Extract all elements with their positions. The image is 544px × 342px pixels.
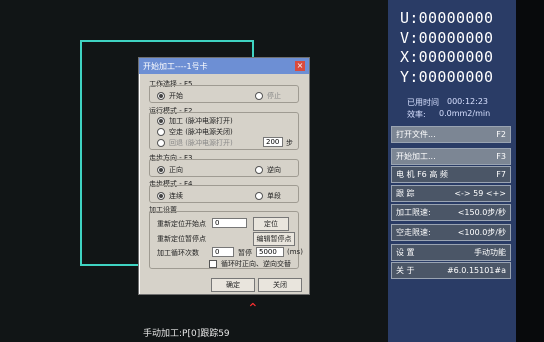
radio-icon xyxy=(157,139,165,147)
menu-about[interactable]: 关 于 #6.0.15101#a xyxy=(391,262,511,279)
redef-pause-label: 重新定位暂停点 xyxy=(157,235,206,243)
locate-button[interactable]: 定位 xyxy=(253,217,289,231)
radio-checked-icon xyxy=(157,192,165,200)
loop-count-input[interactable]: 0 xyxy=(212,247,234,257)
run-mode-retreat-radio[interactable]: 回退 (脉冲电源打开) xyxy=(157,138,233,148)
efficiency-label: 效率: xyxy=(407,110,426,119)
checkbox-icon xyxy=(209,260,217,268)
status-line: 手动加工:P[0]跟踪59 xyxy=(143,329,230,339)
coord-v: V:00000000 xyxy=(400,29,494,47)
close-button[interactable]: 关闭 xyxy=(258,278,302,292)
mode-single-radio[interactable]: 单段 xyxy=(255,191,281,201)
radio-icon xyxy=(157,128,165,136)
redef-start-label: 重新定位开始点 xyxy=(157,220,206,228)
radio-checked-icon xyxy=(157,117,165,125)
coord-u: U:00000000 xyxy=(400,9,494,27)
redef-start-input[interactable]: 0 xyxy=(212,218,247,228)
step-unit: 步 xyxy=(286,139,293,147)
direction-forward-radio[interactable]: 正向 xyxy=(157,165,183,175)
dialog-titlebar: 开始加工----1号卡 × xyxy=(139,58,309,74)
cursor-marker-icon: ⌃ xyxy=(247,301,259,317)
pause-label: 暂停 xyxy=(238,249,252,257)
work-stop-radio[interactable]: 停止 xyxy=(255,91,281,101)
start-processing-dialog: 开始加工----1号卡 × 工作选择 - F5 开始 停止 运行模式 - F2 … xyxy=(138,57,310,295)
radio-icon xyxy=(255,166,263,174)
pause-input[interactable]: 5000 xyxy=(256,247,284,257)
elapsed-label: 已用时间 xyxy=(407,98,439,107)
run-mode-idle-radio[interactable]: 空走 (脉冲电源关闭) xyxy=(157,127,233,137)
loop-alternate-checkbox[interactable]: 循环时正向、逆向交替 xyxy=(209,259,291,269)
mode-continuous-radio[interactable]: 连续 xyxy=(157,191,183,201)
menu-idle-speed[interactable]: 空走限速: <100.0步/秒 xyxy=(391,224,511,241)
step-input[interactable]: 200 xyxy=(263,137,283,147)
coord-x: X:00000000 xyxy=(400,48,494,66)
radio-checked-icon xyxy=(157,166,165,174)
loop-count-label: 加工循环次数 xyxy=(157,249,199,257)
close-icon[interactable]: × xyxy=(295,61,305,71)
elapsed-value: 000:12:23 xyxy=(447,97,489,106)
radio-icon xyxy=(255,92,263,100)
toolpath-left-segment xyxy=(80,40,83,262)
direction-reverse-radio[interactable]: 逆向 xyxy=(255,165,281,175)
menu-open-file[interactable]: 打开文件... F2 xyxy=(391,126,511,143)
right-edge-strip xyxy=(516,0,544,342)
menu-settings-manual[interactable]: 设 置手动功能 xyxy=(391,244,511,261)
edit-pause-button[interactable]: 编辑暂停点 xyxy=(253,232,295,246)
coord-y: Y:00000000 xyxy=(400,68,494,86)
menu-trace[interactable]: 跟 踪 <-> 59 <+> xyxy=(391,185,511,202)
dialog-title: 开始加工----1号卡 xyxy=(143,61,208,71)
menu-process-speed[interactable]: 加工限速: <150.0步/秒 xyxy=(391,204,511,221)
ok-button[interactable]: 确定 xyxy=(211,278,255,292)
menu-start-process[interactable]: 开始加工... F3 xyxy=(391,148,511,165)
pause-unit: (ms) xyxy=(287,248,303,256)
menu-motor-highfreq[interactable]: 电 机 F6 高 频 F7 xyxy=(391,166,511,183)
work-start-radio[interactable]: 开始 xyxy=(157,91,183,101)
radio-checked-icon xyxy=(157,92,165,100)
radio-icon xyxy=(255,192,263,200)
efficiency-value: 0.0mm2/min xyxy=(439,109,491,118)
run-mode-process-radio[interactable]: 加工 (脉冲电源打开) xyxy=(157,116,233,126)
